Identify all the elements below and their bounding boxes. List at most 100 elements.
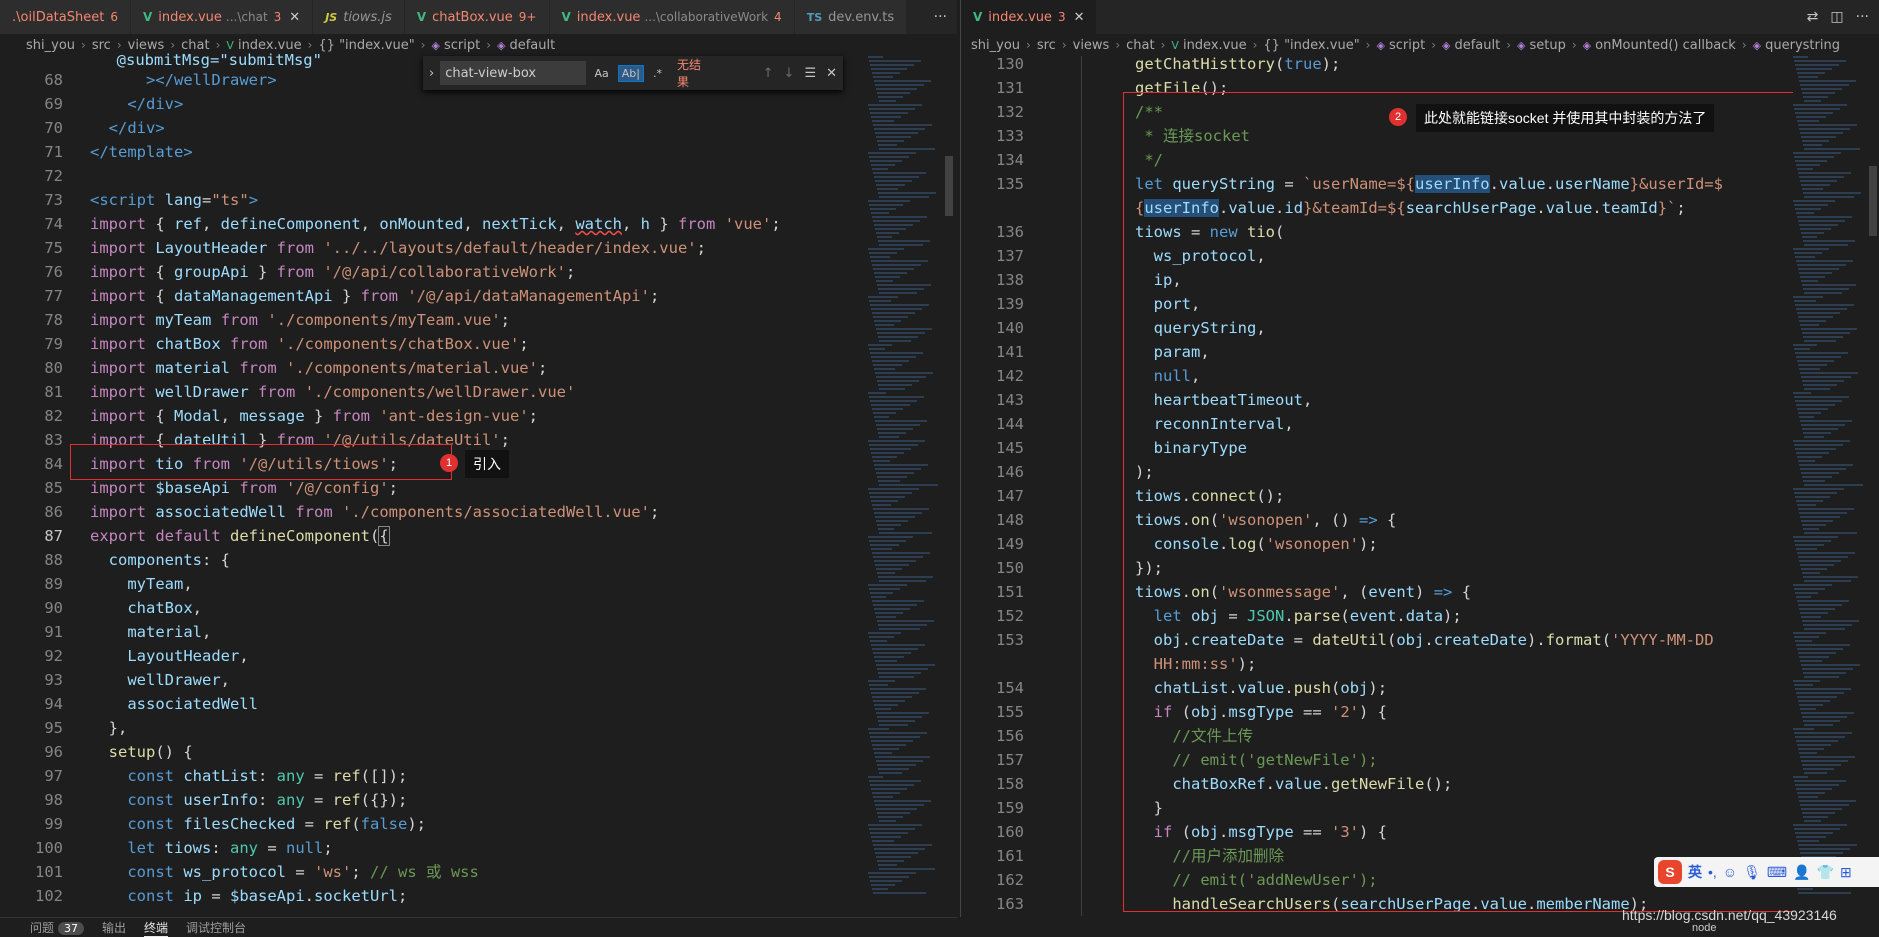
breadcrumb-item[interactable]: ◈ script <box>1376 38 1425 53</box>
more-actions-icon[interactable]: ··· <box>934 9 947 25</box>
annotation-callout-1: 引入 <box>465 450 509 478</box>
find-in-selection-button[interactable]: ☰ <box>804 66 816 81</box>
breadcrumb-item[interactable]: Vindex.vue <box>1171 38 1246 53</box>
breadcrumb-item[interactable]: views <box>1073 38 1110 53</box>
open-changes-icon[interactable]: ⇄ <box>1807 9 1819 25</box>
terminal-node-label[interactable]: node <box>1692 922 1716 934</box>
close-find-button[interactable]: ✕ <box>826 66 837 81</box>
split-editor-icon[interactable]: ◫ <box>1830 9 1843 25</box>
tab-debug-console[interactable]: 调试控制台 <box>186 919 246 936</box>
editor-tab[interactable]: .\oilDataSheet 6 <box>0 0 131 34</box>
minimap-line <box>869 780 921 782</box>
breadcrumb-item[interactable]: ◈ onMounted() callback <box>1583 38 1736 53</box>
minimap-line <box>878 384 912 386</box>
right-code-editor[interactable]: 130 getChatHisttory(true); 131 getFile(); … <box>961 55 1879 917</box>
minimap-line <box>869 108 915 110</box>
minimap-line <box>1793 296 1823 298</box>
minimap-line <box>878 192 936 194</box>
minimap-line <box>876 712 929 714</box>
find-toggle-replace-button[interactable]: › <box>429 66 434 81</box>
breadcrumb-item[interactable]: ◈ querystring <box>1753 38 1840 53</box>
minimap-line <box>875 564 909 566</box>
breadcrumb-item[interactable]: {} "index.vue" <box>1263 38 1359 53</box>
minimap-line <box>871 548 892 550</box>
breadcrumb-item[interactable]: shi_you <box>971 38 1020 53</box>
breadcrumb-item[interactable]: ◈ script <box>431 38 480 53</box>
minimap-line <box>1794 108 1840 110</box>
breadcrumb-item[interactable]: ◈ default <box>1442 38 1500 53</box>
minimap-line <box>873 604 917 606</box>
find-input[interactable]: chat-view-box <box>440 61 586 85</box>
breadcrumb-item[interactable]: {} "index.vue" <box>318 38 414 53</box>
ime-keyboard-icon[interactable]: ⌨ <box>1767 864 1787 881</box>
minimap-line <box>874 128 925 130</box>
left-code-editor[interactable]: @submitMsg="submitMsg" 68 ></wellDrawer>… <box>0 51 957 917</box>
minimap-line <box>878 528 894 530</box>
previous-match-button[interactable]: ↑ <box>763 66 774 81</box>
tab-output[interactable]: 输出 <box>102 919 126 936</box>
close-tab-icon[interactable]: ✕ <box>289 10 300 25</box>
regex-toggle[interactable]: .* <box>650 66 665 81</box>
minimap-line <box>1800 420 1852 422</box>
right-minimap[interactable] <box>1793 56 1865 917</box>
editor-tab[interactable]: JS tiows.js <box>313 0 405 34</box>
minimap-line <box>868 536 913 538</box>
minimap-line <box>1802 92 1835 94</box>
ime-user-icon[interactable]: 👤 <box>1793 864 1810 881</box>
breadcrumb-item[interactable]: ◈ default <box>497 38 555 53</box>
ime-logo-icon[interactable]: S <box>1658 860 1682 884</box>
left-editor-group: .\oilDataSheet 6 Vindex.vue ...\chat 3 ✕ JS tio… <box>0 0 957 917</box>
match-case-toggle[interactable]: Aa <box>592 66 612 81</box>
right-scrollbar[interactable] <box>1867 56 1879 917</box>
minimap-line <box>876 664 935 666</box>
editor-tab[interactable]: Vindex.vue 3 ✕ <box>961 0 1098 34</box>
minimap-line <box>870 736 920 738</box>
more-actions-icon[interactable]: ··· <box>1856 9 1869 25</box>
minimap-line <box>870 832 908 834</box>
editor-tab[interactable]: VchatBox.vue 9+ <box>404 0 550 34</box>
editor-tab[interactable]: Vindex.vue ...\chat 3 ✕ <box>130 0 314 34</box>
breadcrumb-item[interactable]: src <box>1037 38 1056 53</box>
left-scrollbar[interactable] <box>943 56 955 917</box>
minimap-line <box>1804 628 1845 630</box>
minimap-line <box>1794 444 1843 446</box>
tab-problems[interactable]: 问题 37 <box>30 919 85 936</box>
minimap-line <box>1794 828 1840 830</box>
minimap-line <box>868 632 901 634</box>
match-whole-word-toggle[interactable]: Ab| <box>617 64 644 82</box>
tab-description: ...\chat <box>225 10 268 24</box>
ime-skin-icon[interactable]: 👕 <box>1817 864 1834 881</box>
close-tab-icon[interactable]: ✕ <box>1074 10 1085 25</box>
minimap-line <box>1798 364 1827 366</box>
minimap-line <box>878 288 924 290</box>
ime-emoji-icon[interactable]: ☺ <box>1723 864 1737 880</box>
minimap-line <box>1802 428 1838 430</box>
breadcrumb-item[interactable]: chat <box>1126 38 1154 53</box>
minimap-line <box>1797 504 1816 506</box>
minimap-line <box>1795 352 1848 354</box>
minimap-line <box>872 504 891 506</box>
editor-tab[interactable]: Vindex.vue ...\collaborativeWork 4 <box>549 0 795 34</box>
next-match-button[interactable]: ↓ <box>784 66 795 81</box>
editor-tab[interactable]: TS dev.env.ts <box>794 0 908 34</box>
minimap-line <box>879 244 923 246</box>
left-minimap[interactable] <box>868 56 940 917</box>
ime-voice-icon[interactable]: 🎙 <box>1743 864 1761 881</box>
breadcrumb-item[interactable]: ◈ setup <box>1517 38 1566 53</box>
minimap-line <box>1801 760 1848 762</box>
minimap-line <box>869 396 924 398</box>
minimap-line <box>876 424 920 426</box>
tab-terminal[interactable]: 终端 <box>144 919 169 937</box>
minimap-line <box>1804 196 1854 198</box>
minimap-line <box>874 848 925 850</box>
minimap-line <box>873 220 920 222</box>
ime-punctuation-icon[interactable]: •, <box>1708 864 1717 880</box>
tab-label: .\oilDataSheet <box>12 9 105 25</box>
minimap-line <box>869 300 891 302</box>
minimap-line <box>877 428 913 430</box>
minimap-line <box>1803 288 1849 290</box>
ime-language-toggle[interactable]: 英 <box>1688 862 1702 882</box>
ime-toolbox-icon[interactable]: ⊞ <box>1840 864 1852 881</box>
breadcrumb-item[interactable]: shi_you <box>26 38 75 53</box>
minimap-line <box>1804 148 1860 150</box>
